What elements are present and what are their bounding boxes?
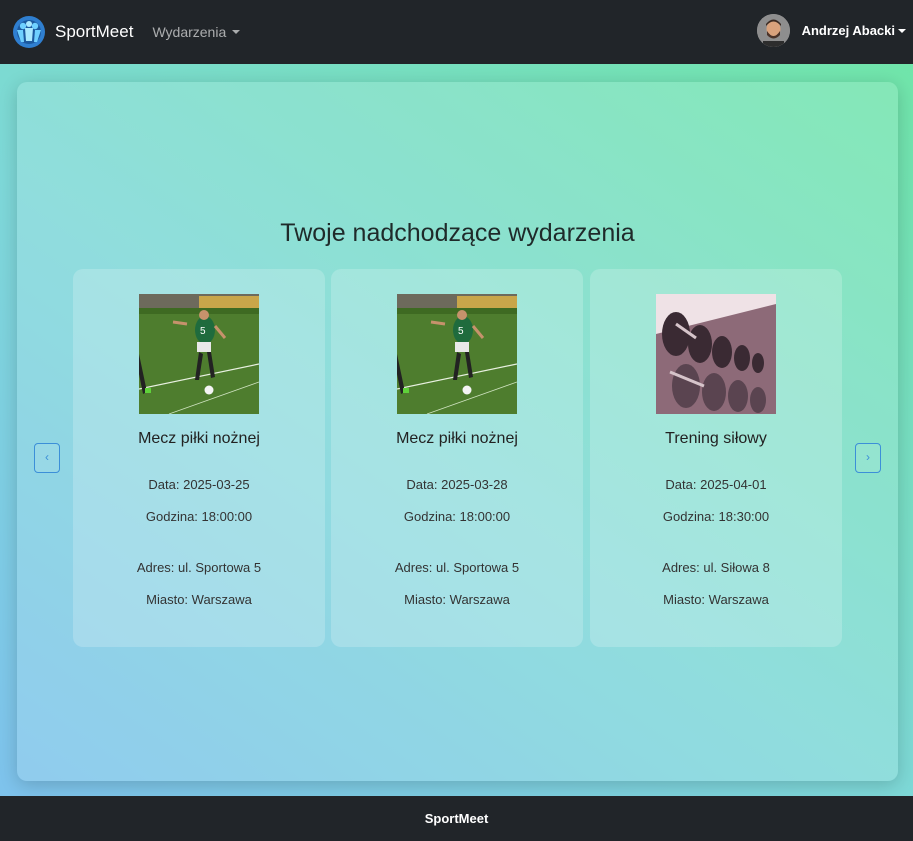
event-date: Data: 2025-03-28 — [406, 477, 508, 492]
user-menu-label: Andrzej Abacki — [802, 23, 906, 38]
top-navbar: SportMeet Wydarzenia Andrzej Abacki — [0, 0, 913, 64]
event-title: Mecz piłki nożnej — [396, 430, 518, 447]
footer-brand: SportMeet — [424, 811, 489, 826]
page-title: Twoje nadchodzące wydarzenia — [280, 219, 635, 247]
event-card[interactable]: 5 Mecz piłki nożnej Data: 2025-03-28 God… — [331, 269, 583, 647]
event-card[interactable]: 5 Mecz piłki nożnej Data: 2025-03-25 God… — [73, 269, 325, 647]
event-date: Data: 2025-04-01 — [665, 477, 767, 492]
caret-down-icon — [898, 28, 906, 33]
sportmeet-logo-icon — [13, 16, 45, 48]
events-dropdown-label: Wydarzenia — [152, 24, 227, 40]
football-player-image: 5 — [397, 294, 517, 414]
event-date: Data: 2025-03-25 — [148, 477, 250, 492]
carousel-next-button[interactable]: › — [855, 443, 881, 473]
event-city: Miasto: Warszawa — [663, 592, 769, 607]
user-menu[interactable]: Andrzej Abacki — [756, 14, 906, 47]
event-title: Mecz piłki nożnej — [138, 430, 260, 447]
event-city: Miasto: Warszawa — [404, 592, 510, 607]
brand-link[interactable]: SportMeet — [12, 15, 133, 49]
event-time: Godzina: 18:00:00 — [145, 509, 253, 524]
svg-text:5: 5 — [200, 326, 206, 337]
event-title: Trening siłowy — [665, 430, 767, 447]
event-time: Godzina: 18:30:00 — [662, 509, 770, 524]
event-city: Miasto: Warszawa — [146, 592, 252, 607]
caret-down-icon — [232, 30, 241, 34]
event-time: Godzina: 18:00:00 — [403, 509, 511, 524]
svg-text:5: 5 — [458, 326, 464, 337]
event-address: Adres: ul. Sportowa 5 — [394, 560, 520, 575]
page-footer: SportMeet — [0, 796, 913, 841]
events-panel: Twoje nadchodzące wydarzenia 5 Mecz piłk… — [17, 82, 898, 781]
event-card[interactable]: Trening siłowy Data: 2025-04-01 Godzina:… — [590, 269, 842, 647]
carousel-prev-button[interactable]: ‹ — [34, 443, 60, 473]
chevron-right-icon: › — [866, 450, 870, 464]
events-dropdown[interactable]: Wydarzenia — [152, 24, 241, 40]
user-name: Andrzej Abacki — [801, 23, 895, 38]
event-address: Adres: ul. Sportowa 5 — [136, 560, 262, 575]
football-player-image: 5 — [139, 294, 259, 414]
brand-name: SportMeet — [55, 22, 134, 41]
chevron-left-icon: ‹ — [45, 450, 49, 464]
event-address: Adres: ul. Siłowa 8 — [662, 560, 770, 575]
dumbbell-rack-image — [656, 294, 776, 414]
user-avatar — [756, 14, 790, 47]
